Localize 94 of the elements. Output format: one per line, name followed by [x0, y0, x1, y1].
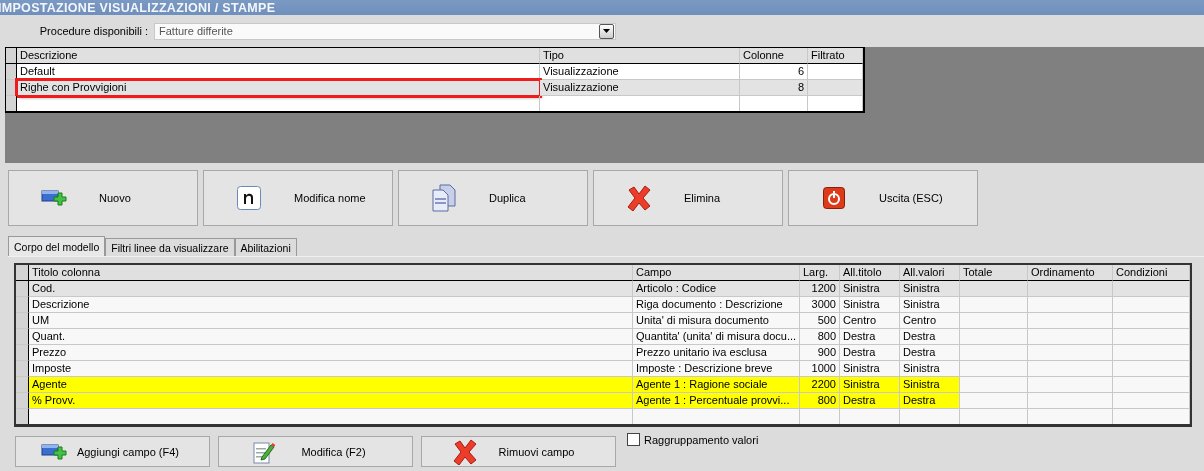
- table-cell: Descrizione: [29, 297, 633, 313]
- add-window-icon: [41, 188, 67, 208]
- table-cell: 2200: [800, 377, 840, 393]
- table-cell: Centro: [840, 313, 900, 329]
- table-cell: [960, 361, 1028, 377]
- table-cell: Sinistra: [900, 297, 960, 313]
- table-cell: [960, 313, 1028, 329]
- column-header[interactable]: Larg.: [800, 265, 840, 281]
- tab[interactable]: Corpo del modello: [8, 236, 106, 256]
- table-cell: Visualizzazione: [540, 80, 740, 96]
- row-header[interactable]: [16, 297, 29, 313]
- table-cell: Agente: [29, 377, 633, 393]
- checkbox[interactable]: [627, 433, 640, 446]
- table-cell: 3000: [800, 297, 840, 313]
- table-cell: Sinistra: [900, 281, 960, 297]
- table-cell: 800: [800, 393, 840, 409]
- table-cell: [960, 297, 1028, 313]
- column-header[interactable]: Campo: [633, 265, 800, 281]
- row-header[interactable]: [16, 345, 29, 361]
- table-cell: Sinistra: [840, 281, 900, 297]
- row-header[interactable]: [16, 361, 29, 377]
- column-header[interactable]: Totale: [960, 265, 1028, 281]
- table-cell: Unita' di misura documento: [633, 313, 800, 329]
- table-cell: UM: [29, 313, 633, 329]
- field-label: Procedure disponibili :: [38, 25, 148, 37]
- toolbar-button[interactable]: Nuovo: [8, 170, 198, 226]
- row-header[interactable]: [6, 64, 17, 80]
- column-header[interactable]: Tipo: [540, 48, 740, 64]
- table-cell: Cod.: [29, 281, 633, 297]
- cross-icon: [626, 185, 652, 211]
- column-header[interactable]: Colonne: [740, 48, 808, 64]
- column-header[interactable]: Ordinamento: [1028, 265, 1113, 281]
- table-cell: Centro: [900, 313, 960, 329]
- column-header[interactable]: All.titolo: [840, 265, 900, 281]
- row-header[interactable]: [16, 393, 29, 409]
- table-cell: 800: [800, 329, 840, 345]
- checkbox-label: Raggruppamento valori: [644, 433, 759, 446]
- toolbar-button[interactable]: Duplica: [398, 170, 588, 226]
- table-cell: 500: [800, 313, 840, 329]
- table-cell: Sinistra: [900, 377, 960, 393]
- table-cell: 1200: [800, 281, 840, 297]
- dropdown-arrow-icon: [603, 29, 610, 33]
- table-cell: [960, 393, 1028, 409]
- table-cell: Destra: [900, 393, 960, 409]
- power-icon: [823, 187, 845, 209]
- table-cell: [960, 329, 1028, 345]
- table-cell: Quantita' (unita' di misura docu...: [633, 329, 800, 345]
- row-header[interactable]: [16, 409, 29, 424]
- table-cell: Agente 1 : Percentuale provvi...: [633, 393, 800, 409]
- letter-n-icon: [237, 186, 261, 210]
- table-cell: [960, 377, 1028, 393]
- table-cell: Articolo : Codice: [633, 281, 800, 297]
- table-cell: Righe con Provvigioni: [17, 80, 540, 96]
- table-cell: Destra: [840, 329, 900, 345]
- table-cell: Destra: [840, 393, 900, 409]
- table-cell: Sinistra: [840, 297, 900, 313]
- table-cell: 900: [800, 345, 840, 361]
- tab[interactable]: Abilitazioni: [234, 238, 297, 256]
- table-cell: Sinistra: [840, 377, 900, 393]
- table-cell: Destra: [840, 345, 900, 361]
- column-header[interactable]: Descrizione: [17, 48, 540, 64]
- table-cell: Quant.: [29, 329, 633, 345]
- toolbar-button[interactable]: Modifica nome: [203, 170, 393, 226]
- action-button[interactable]: Rimuovi campo: [421, 436, 616, 467]
- toolbar-button[interactable]: Uscita (ESC): [788, 170, 978, 226]
- column-header[interactable]: Titolo colonna: [29, 265, 633, 281]
- column-header[interactable]: All.valori: [900, 265, 960, 281]
- row-header[interactable]: [16, 281, 29, 297]
- table-cell: Destra: [900, 345, 960, 361]
- table-cell: Agente 1 : Ragione sociale: [633, 377, 800, 393]
- column-header[interactable]: Filtrato: [808, 48, 863, 64]
- tab[interactable]: Filtri linee da visualizzare: [105, 238, 235, 256]
- notepad-pencil-icon: [253, 439, 275, 464]
- table-cell: [960, 345, 1028, 361]
- procedure-dropdown[interactable]: Fatture differite: [154, 22, 616, 40]
- table-cell: 8: [740, 80, 808, 96]
- add-window-icon: [40, 441, 67, 462]
- table-cell: Prezzo unitario iva esclusa: [633, 345, 800, 361]
- action-button[interactable]: Modifica (F2): [218, 436, 413, 467]
- row-header[interactable]: [16, 313, 29, 329]
- row-header[interactable]: [6, 96, 17, 111]
- table-cell: Destra: [900, 329, 960, 345]
- table-cell: Prezzo: [29, 345, 633, 361]
- action-button[interactable]: Aggiungi campo (F4): [15, 436, 210, 467]
- table-cell: [960, 281, 1028, 297]
- table-cell: % Provv.: [29, 393, 633, 409]
- cross-icon: [452, 438, 478, 465]
- row-header[interactable]: [16, 329, 29, 345]
- row-header: [16, 265, 29, 281]
- row-header[interactable]: [16, 377, 29, 393]
- documents-icon: [432, 184, 456, 212]
- toolbar-button[interactable]: Elimina: [593, 170, 783, 226]
- column-header[interactable]: Condizioni: [1113, 265, 1190, 281]
- table-cell: Riga documento : Descrizione: [633, 297, 800, 313]
